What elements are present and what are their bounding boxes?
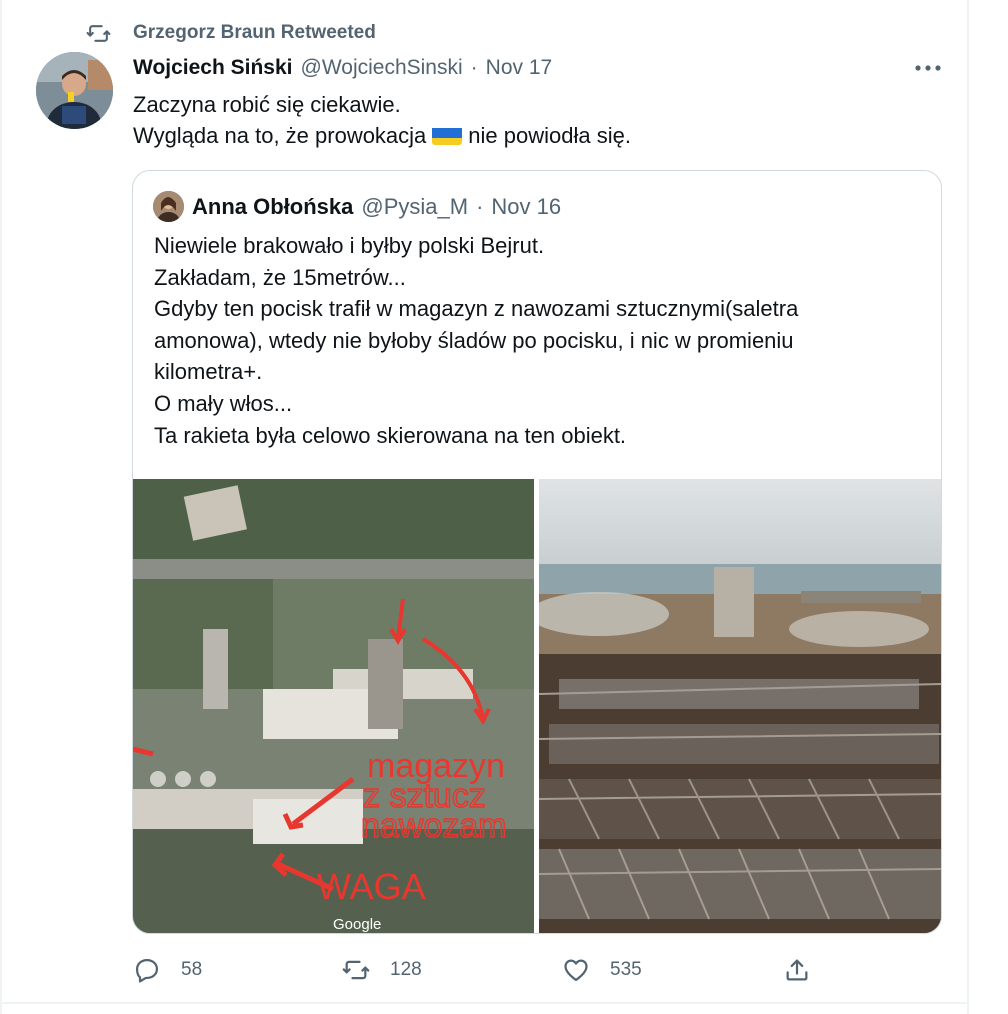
tweet-date[interactable]: Nov 17 bbox=[486, 56, 553, 80]
google-watermark: Google bbox=[333, 916, 381, 933]
date-separator: · bbox=[476, 194, 484, 219]
retweet-icon bbox=[342, 960, 370, 980]
map-annotation-label: nawozam bbox=[361, 807, 507, 845]
retweet-icon bbox=[86, 24, 111, 42]
quoted-author-name[interactable]: Anna Obłońska bbox=[192, 194, 353, 220]
like-count: 535 bbox=[610, 959, 642, 980]
quoted-tweet[interactable]: Anna Obłońska @Pysia_M · Nov 16 Niewiele… bbox=[132, 170, 942, 934]
quoted-text: Niewiele brakowało i byłby polski Bejrut… bbox=[154, 230, 924, 451]
satellite-map-image[interactable]: magazyn z sztucz nawozam WAGA Google bbox=[133, 479, 534, 933]
quoted-line: Gdyby ten pocisk trafił w magazyn z nawo… bbox=[154, 296, 799, 322]
tweet-divider bbox=[0, 1002, 969, 1004]
author-name[interactable]: Wojciech Siński bbox=[133, 56, 293, 80]
tweet-text-segment: Wygląda na to, że prowokacja bbox=[133, 123, 427, 148]
more-button[interactable] bbox=[910, 56, 946, 80]
quoted-line: amonowa), wtedy nie byłoby śladów po poc… bbox=[154, 327, 794, 353]
avatar[interactable] bbox=[36, 52, 113, 129]
share-button[interactable] bbox=[783, 952, 831, 988]
ukraine-flag-emoji bbox=[432, 125, 463, 145]
reply-button[interactable]: 58 bbox=[133, 952, 202, 988]
like-button[interactable]: 535 bbox=[562, 952, 642, 988]
more-icon bbox=[915, 65, 941, 71]
heart-icon bbox=[564, 959, 588, 982]
quoted-line: kilometra+. bbox=[154, 359, 263, 385]
quoted-line: Zakładam, że 15metrów... bbox=[154, 264, 406, 290]
date-separator: · bbox=[470, 56, 478, 79]
quoted-line: O mały włos... bbox=[154, 390, 293, 416]
retweeted-by-label: Grzegorz Braun Retweeted bbox=[133, 22, 376, 43]
quoted-media: magazyn z sztucz nawozam WAGA Google bbox=[133, 479, 941, 933]
retweet-context[interactable]: Grzegorz Braun Retweeted bbox=[86, 18, 376, 48]
tweet-line: Zaczyna robić się ciekawie. bbox=[133, 92, 401, 117]
explosion-aftermath-image[interactable] bbox=[539, 479, 941, 933]
map-annotation-label: WAGA bbox=[317, 866, 426, 907]
retweet-button[interactable]: 128 bbox=[342, 952, 422, 988]
tweet-text-segment: nie powiodła się. bbox=[468, 123, 631, 148]
quoted-avatar[interactable] bbox=[153, 191, 184, 222]
tweet-text: Zaczyna robić się ciekawie. Wygląda na t… bbox=[133, 89, 631, 151]
reply-icon bbox=[135, 958, 159, 983]
timeline-border-left bbox=[0, 0, 2, 1014]
author-handle[interactable]: @WojciechSinski bbox=[301, 56, 463, 80]
timeline-border-right bbox=[967, 0, 969, 1014]
quoted-line: Ta rakieta była celowo skierowana na ten… bbox=[154, 422, 627, 448]
reply-count: 58 bbox=[181, 959, 203, 980]
tweet-line: Wygląda na to, że prowokacja nie powiodła… bbox=[133, 120, 631, 151]
quoted-header: Anna Obłońska @Pysia_M · Nov 16 bbox=[192, 191, 561, 223]
tweet-header: Wojciech Siński @WojciechSinski · Nov 17 bbox=[133, 53, 552, 83]
share-icon bbox=[786, 959, 808, 981]
retweet-count: 128 bbox=[390, 959, 422, 980]
quoted-author-handle[interactable]: @Pysia_M bbox=[361, 194, 468, 220]
quoted-date[interactable]: Nov 16 bbox=[491, 194, 561, 220]
quoted-line: Niewiele brakowało i byłby polski Bejrut… bbox=[154, 233, 545, 258]
tweet-actions: 58 128 535 bbox=[0, 952, 969, 988]
